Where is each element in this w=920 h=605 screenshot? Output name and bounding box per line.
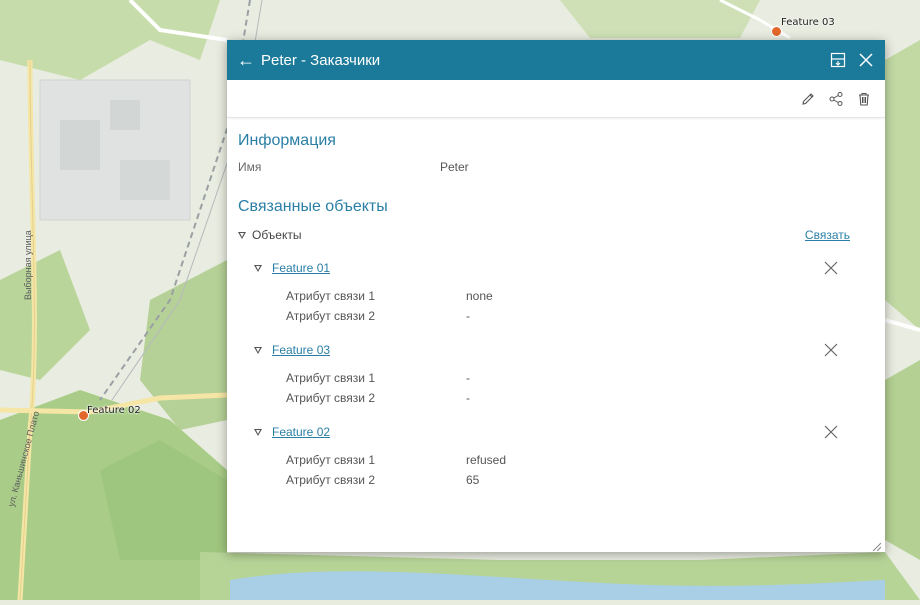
dock-panel-icon[interactable]	[829, 51, 847, 69]
attribute-label: Атрибут связи 2	[286, 473, 376, 487]
objects-label: Объекты	[252, 228, 302, 242]
related-feature-item: Feature 01 Атрибут связи 1 none Атрибут …	[254, 258, 875, 326]
street-label: Выборная улица	[23, 230, 33, 300]
panel-title: Peter - Заказчики	[261, 51, 381, 69]
feature-link[interactable]: Feature 03	[272, 343, 330, 357]
feature-detail-panel: ← Peter - Заказчики Информация Имя Peter…	[227, 40, 885, 552]
attribute-row: Атрибут связи 2 -	[286, 388, 875, 408]
resize-handle-icon[interactable]	[871, 538, 882, 552]
attribute-row: Атрибут связи 1 refused	[286, 450, 875, 470]
related-feature-item: Feature 03 Атрибут связи 1 - Атрибут свя…	[254, 340, 875, 408]
panel-content: Информация Имя Peter Связанные объекты О…	[227, 118, 885, 490]
attribute-row: Атрибут связи 1 -	[286, 368, 875, 388]
feature-header: Feature 02	[254, 422, 875, 442]
share-icon[interactable]	[827, 90, 845, 108]
collapse-triangle-icon[interactable]	[238, 231, 246, 239]
attribute-label: Атрибут связи 2	[286, 391, 376, 405]
map-label-feature-02: Feature 02	[87, 405, 141, 416]
collapse-triangle-icon[interactable]	[254, 264, 262, 272]
attribute-row: Атрибут связи 1 none	[286, 286, 875, 306]
info-section-title: Информация	[238, 132, 336, 149]
attribute-label: Атрибут связи 1	[286, 371, 376, 385]
attribute-row: Атрибут связи 2 65	[286, 470, 875, 490]
feature-link[interactable]: Feature 02	[272, 425, 330, 439]
attribute-label: Атрибут связи 1	[286, 453, 376, 467]
objects-group-header[interactable]: Объекты Связать	[238, 226, 875, 244]
collapse-triangle-icon[interactable]	[254, 346, 262, 354]
name-row: Имя Peter	[238, 160, 875, 174]
attribute-value: none	[466, 289, 493, 303]
attribute-label: Атрибут связи 1	[286, 289, 376, 303]
related-feature-item: Feature 02 Атрибут связи 1 refused Атриб…	[254, 422, 875, 490]
back-arrow-icon[interactable]: ←	[237, 51, 255, 69]
feature-header: Feature 03	[254, 340, 875, 360]
collapse-triangle-icon[interactable]	[254, 428, 262, 436]
close-icon[interactable]	[857, 51, 875, 69]
name-label: Имя	[238, 160, 262, 174]
link-objects-button[interactable]: Связать	[805, 228, 850, 242]
attribute-value: -	[466, 309, 470, 323]
related-section-title: Связанные объекты	[238, 198, 388, 215]
unlink-close-icon[interactable]	[823, 260, 839, 276]
attribute-value: refused	[466, 453, 507, 467]
feature-header: Feature 01	[254, 258, 875, 278]
attribute-value: 65	[466, 473, 480, 487]
attribute-value: -	[466, 391, 470, 405]
name-value: Peter	[440, 160, 469, 174]
map-label-feature-03: Feature 03	[781, 17, 835, 28]
panel-titlebar: ← Peter - Заказчики	[227, 40, 885, 80]
attribute-value: -	[466, 371, 470, 385]
attribute-row: Атрибут связи 2 -	[286, 306, 875, 326]
trash-icon[interactable]	[855, 90, 873, 108]
unlink-close-icon[interactable]	[823, 424, 839, 440]
unlink-close-icon[interactable]	[823, 342, 839, 358]
feature-link[interactable]: Feature 01	[272, 261, 330, 275]
pencil-icon[interactable]	[799, 90, 817, 108]
attribute-label: Атрибут связи 2	[286, 309, 376, 323]
panel-toolbar	[227, 80, 885, 118]
